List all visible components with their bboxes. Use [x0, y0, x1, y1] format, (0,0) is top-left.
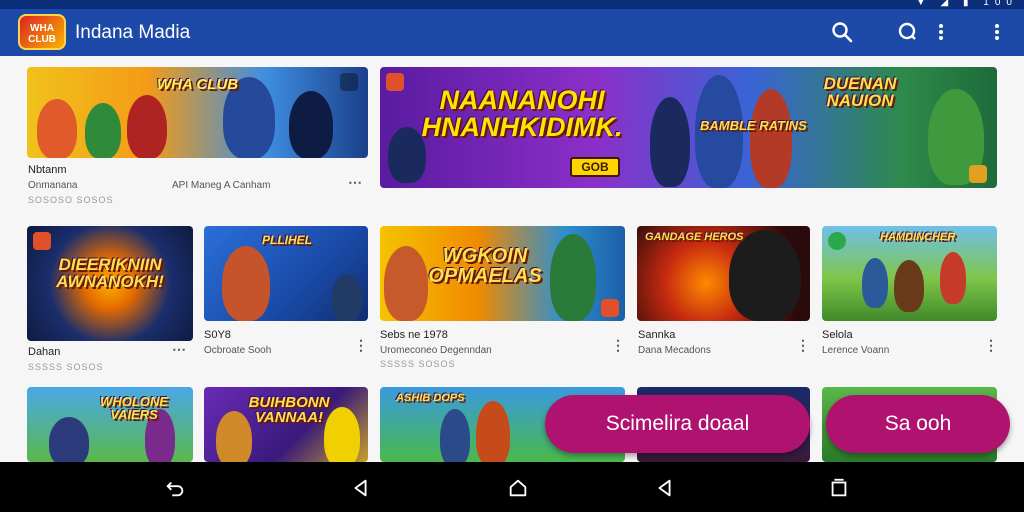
video-stats: SSSSS SOSOS	[28, 362, 104, 372]
video-thumbnail[interactable]: HAMDINCHER	[822, 226, 997, 321]
video-thumbnail[interactable]: WHOLONE VAIERS	[27, 387, 193, 462]
featured-title: NAANANOHI HNANHKIDIMK.	[421, 85, 623, 142]
thumbnail-title: DIEERIKNIIN AWNANOKH!	[56, 255, 164, 291]
video-card[interactable]: PLLIHEL	[204, 226, 368, 321]
status-icons: ▼ ◢ ▮ 100	[915, 0, 1018, 8]
thumbnail-title: HAMDINCHER	[880, 231, 956, 243]
play-badge-icon	[969, 165, 987, 183]
video-title: S0Y8	[204, 329, 231, 341]
more-options-icon[interactable]: ⋮	[984, 337, 998, 354]
channel-badge-icon	[33, 232, 51, 250]
video-card[interactable]: GANDAGE HEROS	[637, 226, 810, 321]
more-options-icon[interactable]: ⋮	[611, 337, 625, 354]
overflow-menu-icon[interactable]	[985, 20, 1009, 44]
featured-side-title: DUENAN NAUION	[823, 74, 897, 110]
back-icon[interactable]	[350, 477, 372, 499]
system-nav-bar	[0, 462, 1024, 512]
undo-back-icon[interactable]	[164, 477, 186, 499]
channel-badge-icon	[340, 73, 358, 91]
thumbnail-title: GANDAGE HEROS	[645, 231, 744, 243]
secondary-pill-button[interactable]: Sa ooh	[826, 395, 1010, 453]
featured-action-button[interactable]: GOB	[570, 157, 620, 177]
content-grid: WHA CLUB Nbtanm Onmanana API Maneg A Can…	[0, 56, 1024, 462]
video-card[interactable]: WHA CLUB	[27, 67, 368, 158]
status-bar: ▼ ◢ ▮ 100	[0, 0, 1024, 9]
chat-icon[interactable]	[896, 20, 920, 44]
video-title: Sebs ne 1978	[380, 329, 448, 341]
video-title: Sannka	[638, 329, 676, 341]
featured-video-card[interactable]: NAANANOHI HNANHKIDIMK. BAMBLE RATINS DUE…	[380, 67, 997, 188]
video-thumbnail[interactable]: WHA CLUB	[27, 67, 368, 158]
thumbnail-title: BUIHBONN VANNAA!	[248, 394, 330, 426]
video-card[interactable]: BUIHBONN VANNAA!	[204, 387, 368, 462]
thumbnail-title: WHA CLUB	[157, 76, 239, 93]
app-logo[interactable]: WHA CLUB	[18, 14, 66, 50]
video-thumbnail[interactable]: BUIHBONN VANNAA!	[204, 387, 368, 462]
video-channel: Dana Mecadons	[638, 345, 711, 356]
video-card[interactable]: DIEERIKNIIN AWNANOKH!	[27, 226, 193, 341]
video-thumbnail[interactable]: GANDAGE HEROS	[637, 226, 810, 321]
more-options-icon[interactable]: ⋮	[796, 337, 810, 354]
video-thumbnail[interactable]: DIEERIKNIIN AWNANOKH!	[27, 226, 193, 341]
more-options-icon[interactable]: ⋮	[354, 337, 368, 354]
more-options-icon[interactable]: ⋯	[172, 341, 186, 358]
primary-pill-button[interactable]: Scimelira doaal	[545, 395, 810, 453]
channel-badge-icon	[828, 232, 846, 250]
video-title: Dahan	[28, 346, 61, 358]
video-channel: Uromeconeo Degenndan	[380, 345, 492, 356]
thumbnail-title: ASHIB DOPS	[396, 392, 465, 404]
video-title: Nbtanm	[28, 164, 67, 176]
thumbnail-title: WHOLONE VAIERS	[100, 394, 168, 422]
app-logo-text: WHA CLUB	[28, 23, 56, 45]
recents-icon[interactable]	[828, 477, 850, 499]
video-card[interactable]: HAMDINCHER	[822, 226, 997, 321]
video-thumbnail[interactable]: PLLIHEL	[204, 226, 368, 321]
video-subtitle: API Maneg A Canham	[172, 180, 271, 191]
more-options-icon[interactable]: ⋯	[348, 174, 362, 191]
app-bar: WHA CLUB Indana Madia	[0, 9, 1024, 56]
video-channel: Ocbroate Sooh	[204, 345, 272, 356]
video-card[interactable]: WGKOIN OPMAELAS	[380, 226, 625, 321]
video-channel: Onmanana	[28, 180, 78, 191]
home-icon[interactable]	[507, 477, 529, 499]
video-card[interactable]: WHOLONE VAIERS	[27, 387, 193, 462]
video-title: Selola	[822, 329, 853, 341]
search-icon[interactable]	[830, 20, 854, 44]
more-vert-icon[interactable]	[929, 20, 953, 44]
channel-badge-icon	[386, 73, 404, 91]
video-stats: SOSOSO SOSOS	[28, 195, 114, 205]
featured-thumbnail[interactable]: NAANANOHI HNANHKIDIMK. BAMBLE RATINS DUE…	[380, 67, 997, 188]
back-alt-icon[interactable]	[654, 477, 676, 499]
featured-overlay-text: BAMBLE RATINS	[700, 118, 807, 133]
play-badge-icon	[601, 299, 619, 317]
thumbnail-title: PLLIHEL	[262, 233, 312, 247]
thumbnail-title: WGKOIN OPMAELAS	[428, 245, 542, 287]
video-channel: Lerence Voann	[822, 345, 890, 356]
video-stats: SSSSS SOSOS	[380, 359, 456, 369]
app-title: Indana Madia	[75, 22, 191, 43]
video-thumbnail[interactable]: WGKOIN OPMAELAS	[380, 226, 625, 321]
